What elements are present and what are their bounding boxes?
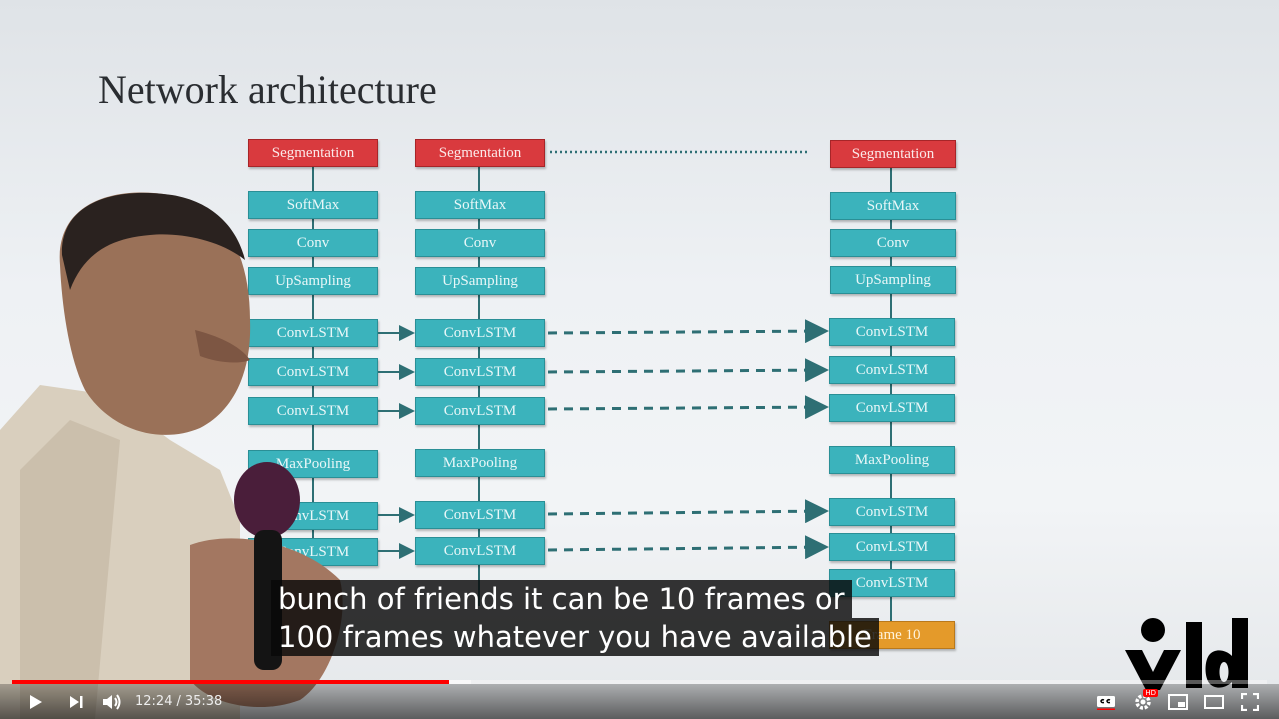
current-time: 12:24	[135, 694, 173, 709]
time-separator: /	[176, 694, 181, 709]
play-button[interactable]	[20, 684, 50, 719]
settings-button[interactable]: HD	[1128, 684, 1158, 719]
dashed-arrow	[547, 319, 829, 344]
subtitles-button[interactable]	[1092, 684, 1120, 719]
hd-badge: HD	[1143, 689, 1158, 697]
caption-line-1: bunch of friends it can be 10 frames or	[271, 580, 852, 618]
time-display: 12:24 / 35:38	[135, 684, 222, 719]
play-icon	[30, 694, 42, 709]
fullscreen-icon	[1241, 692, 1259, 711]
player-controls: 12:24 / 35:38 HD	[0, 684, 1279, 719]
dashed-arrow	[547, 499, 829, 524]
theater-icon	[1204, 694, 1224, 709]
dashed-arrow	[547, 535, 829, 560]
dashed-arrow	[547, 395, 829, 420]
miniplayer-icon	[1168, 693, 1188, 710]
cc-icon	[1097, 695, 1115, 710]
miniplayer-button[interactable]	[1164, 684, 1192, 719]
fullscreen-button[interactable]	[1236, 684, 1264, 719]
next-button[interactable]	[62, 684, 90, 719]
caption-line-2: 100 frames whatever you have available	[271, 618, 879, 656]
duration: 35:38	[184, 694, 223, 709]
volume-button[interactable]	[98, 684, 126, 719]
next-icon	[70, 695, 83, 708]
volume-icon	[103, 693, 121, 710]
theater-mode-button[interactable]	[1200, 684, 1228, 719]
video-frame[interactable]: Network architecture Segmentation SoftMa…	[0, 0, 1279, 719]
captions: bunch of friends it can be 10 frames or …	[271, 580, 879, 656]
dashed-arrow	[547, 358, 829, 383]
